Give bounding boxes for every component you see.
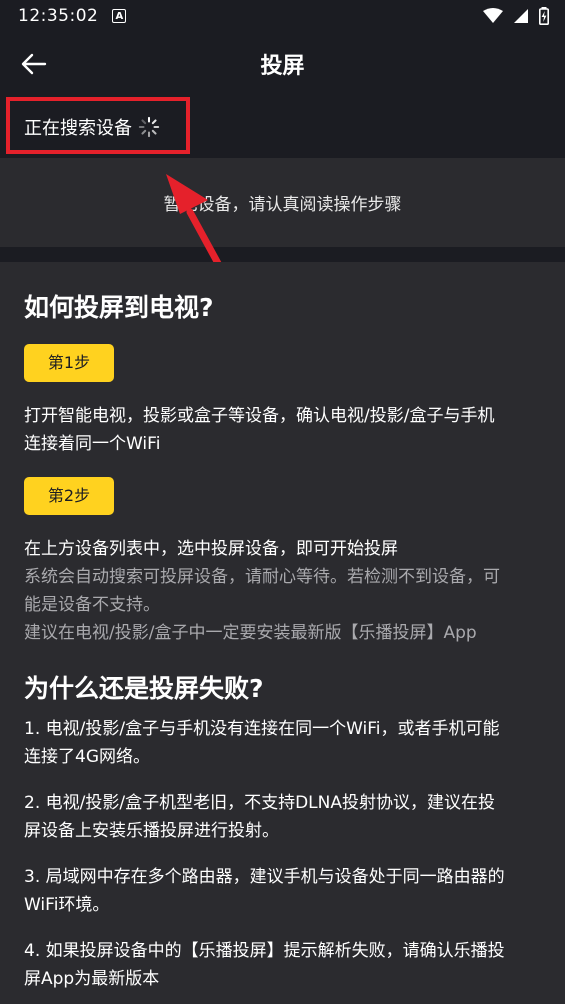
back-button[interactable] [14, 46, 54, 82]
notification-a-icon: A [112, 9, 127, 23]
guide-title-why: 为什么还是投屏失败? [24, 674, 264, 703]
wifi-icon [483, 8, 503, 23]
reason1-line2: 连接了4G网络。 [24, 747, 150, 767]
guide-section: 如何投屏到电视? 第1步 打开智能电视，投影或盒子等设备，确认电视/投影/盒子与… [0, 262, 565, 1004]
note-line1: 系统会自动搜索可投屏设备，请耐心等待。若检测不到设备，可 [24, 567, 500, 587]
guide-title-how: 如何投屏到电视? [24, 293, 214, 322]
status-bar: 12:35:02 A [0, 0, 565, 32]
status-icons [483, 7, 549, 25]
note-line3: 建议在电视/投影/盒子中一定要安装最新版【乐播投屏】App [24, 623, 477, 643]
reason4-line1: 4. 如果投屏设备中的【乐播投屏】提示解析失败，请确认乐播投 [24, 941, 505, 961]
step1-text-line1: 打开智能电视，投影或盒子等设备，确认电视/投影/盒子与手机 [24, 406, 495, 426]
app-bar: 投屏 [0, 32, 565, 96]
reason1-line1: 1. 电视/投影/盒子与手机没有连接在同一个WiFi，或者手机可能 [24, 719, 500, 739]
step2-badge: 第2步 [24, 477, 114, 515]
step2-text: 在上方设备列表中，选中投屏设备，即可开始投屏 [24, 539, 398, 559]
reason3-line1: 3. 局域网中存在多个路由器，建议手机与设备处于同一路由器的 [24, 867, 505, 887]
step1-badge: 第1步 [24, 344, 114, 382]
reason2-line2: 屏设备上安装乐播投屏进行投射。 [24, 821, 279, 841]
back-arrow-icon [21, 53, 47, 75]
reason3-line2: WiFi环境。 [24, 895, 110, 915]
note-line2: 能是设备不支持。 [24, 595, 160, 615]
reason4-line2: 屏App为最新版本 [24, 969, 160, 989]
status-time: 12:35:02 [18, 6, 99, 26]
signal-icon [514, 9, 528, 23]
reason2-line1: 2. 电视/投影/盒子机型老旧，不支持DLNA投射协议，建议在投 [24, 793, 495, 813]
page-title: 投屏 [260, 54, 305, 79]
step1-text-line2: 连接着同一个WiFi [24, 434, 161, 454]
highlight-box [6, 97, 190, 154]
battery-icon [539, 7, 549, 25]
empty-device-panel: 暂无设备，请认真阅读操作步骤 [0, 158, 565, 247]
